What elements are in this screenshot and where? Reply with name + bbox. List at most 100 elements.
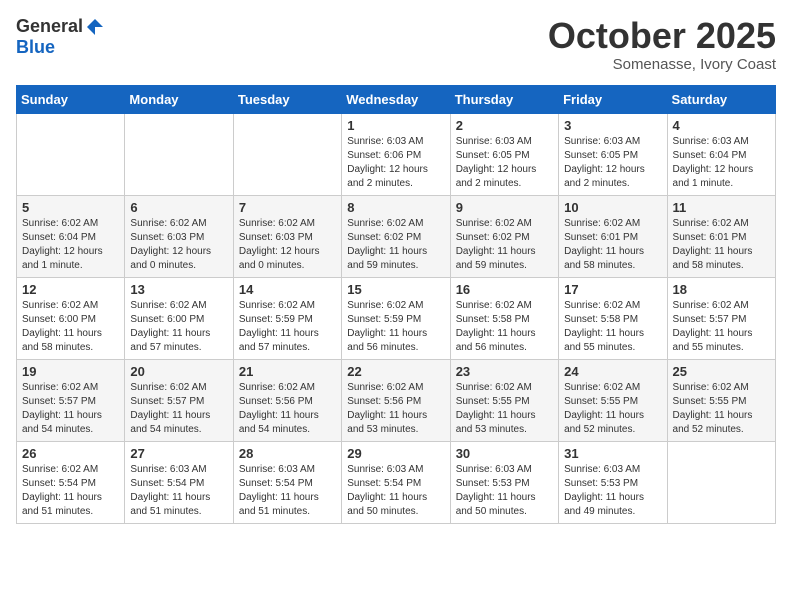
week-row-4: 19 Sunrise: 6:02 AM Sunset: 5:57 PM Dayli… [17,359,776,441]
day-info: Sunrise: 6:02 AM Sunset: 6:03 PM Dayligh… [239,217,336,273]
day-number: 24 [564,364,661,379]
day-info: Sunrise: 6:02 AM Sunset: 5:54 PM Dayligh… [22,463,119,519]
weekday-header-sunday: Sunday [17,85,125,113]
day-number: 18 [673,282,770,297]
day-info: Sunrise: 6:03 AM Sunset: 6:06 PM Dayligh… [347,135,444,191]
day-number: 28 [239,446,336,461]
day-info: Sunrise: 6:03 AM Sunset: 5:54 PM Dayligh… [347,463,444,519]
day-cell-19: 19 Sunrise: 6:02 AM Sunset: 5:57 PM Dayli… [17,359,125,441]
week-row-1: 1 Sunrise: 6:03 AM Sunset: 6:06 PM Daylig… [17,113,776,195]
day-cell-11: 11 Sunrise: 6:02 AM Sunset: 6:01 PM Dayli… [667,195,775,277]
day-cell-1: 1 Sunrise: 6:03 AM Sunset: 6:06 PM Daylig… [342,113,450,195]
day-number: 2 [456,118,553,133]
day-info: Sunrise: 6:02 AM Sunset: 5:55 PM Dayligh… [456,381,553,437]
day-info: Sunrise: 6:03 AM Sunset: 6:05 PM Dayligh… [456,135,553,191]
weekday-header-friday: Friday [559,85,667,113]
day-number: 30 [456,446,553,461]
day-number: 11 [673,200,770,215]
day-cell-12: 12Sunrise: 6:02 AM Sunset: 6:00 PM Dayli… [17,277,125,359]
month-title: October 2025 [548,16,776,56]
day-info: Sunrise: 6:02 AM Sunset: 5:59 PM Dayligh… [347,299,444,355]
calendar-table: SundayMondayTuesdayWednesdayThursdayFrid… [16,85,776,524]
day-number: 5 [22,200,119,215]
weekday-header-thursday: Thursday [450,85,558,113]
day-number: 3 [564,118,661,133]
day-number: 14 [239,282,336,297]
day-info: Sunrise: 6:03 AM Sunset: 6:04 PM Dayligh… [673,135,770,191]
weekday-header-row: SundayMondayTuesdayWednesdayThursdayFrid… [17,85,776,113]
day-info: Sunrise: 6:03 AM Sunset: 5:53 PM Dayligh… [456,463,553,519]
day-number: 8 [347,200,444,215]
day-info: Sunrise: 6:02 AM Sunset: 6:01 PM Dayligh… [673,217,770,273]
page-header: General Blue October 2025 Somenasse, Ivo… [16,16,776,73]
day-cell-24: 24 Sunrise: 6:02 AM Sunset: 5:55 PM Dayli… [559,359,667,441]
day-number: 4 [673,118,770,133]
day-cell-3: 3 Sunrise: 6:03 AM Sunset: 6:05 PM Daylig… [559,113,667,195]
day-info: Sunrise: 6:03 AM Sunset: 5:54 PM Dayligh… [130,463,227,519]
day-number: 13 [130,282,227,297]
day-cell-6: 6 Sunrise: 6:02 AM Sunset: 6:03 PM Daylig… [125,195,233,277]
day-info: Sunrise: 6:02 AM Sunset: 6:04 PM Dayligh… [22,217,119,273]
day-info: Sunrise: 6:02 AM Sunset: 6:00 PM Dayligh… [130,299,227,355]
day-number: 22 [347,364,444,379]
day-cell-7: 7 Sunrise: 6:02 AM Sunset: 6:03 PM Daylig… [233,195,341,277]
day-cell-21: 21Sunrise: 6:02 AM Sunset: 5:56 PM Dayli… [233,359,341,441]
day-cell-5: 5 Sunrise: 6:02 AM Sunset: 6:04 PM Daylig… [17,195,125,277]
day-cell-4: 4 Sunrise: 6:03 AM Sunset: 6:04 PM Daylig… [667,113,775,195]
day-info: Sunrise: 6:02 AM Sunset: 5:57 PM Dayligh… [22,381,119,437]
day-number: 27 [130,446,227,461]
week-row-5: 26 Sunrise: 6:02 AM Sunset: 5:54 PM Dayli… [17,441,776,523]
day-number: 31 [564,446,661,461]
logo-icon [85,17,105,37]
location: Somenasse, Ivory Coast [548,56,776,73]
logo-general-text: General [16,16,83,37]
empty-cell [667,441,775,523]
day-number: 23 [456,364,553,379]
day-cell-22: 22Sunrise: 6:02 AM Sunset: 5:56 PM Dayli… [342,359,450,441]
day-cell-18: 18 Sunrise: 6:02 AM Sunset: 5:57 PM Dayli… [667,277,775,359]
day-cell-23: 23 Sunrise: 6:02 AM Sunset: 5:55 PM Dayli… [450,359,558,441]
day-number: 16 [456,282,553,297]
day-cell-14: 14Sunrise: 6:02 AM Sunset: 5:59 PM Dayli… [233,277,341,359]
weekday-header-wednesday: Wednesday [342,85,450,113]
day-cell-9: 9Sunrise: 6:02 AM Sunset: 6:02 PM Daylig… [450,195,558,277]
day-number: 12 [22,282,119,297]
day-cell-25: 25 Sunrise: 6:02 AM Sunset: 5:55 PM Dayli… [667,359,775,441]
day-number: 15 [347,282,444,297]
day-cell-28: 28 Sunrise: 6:03 AM Sunset: 5:54 PM Dayli… [233,441,341,523]
weekday-header-monday: Monday [125,85,233,113]
day-number: 21 [239,364,336,379]
day-number: 20 [130,364,227,379]
day-cell-15: 15 Sunrise: 6:02 AM Sunset: 5:59 PM Dayli… [342,277,450,359]
day-info: Sunrise: 6:02 AM Sunset: 5:55 PM Dayligh… [673,381,770,437]
day-cell-13: 13 Sunrise: 6:02 AM Sunset: 6:00 PM Dayli… [125,277,233,359]
day-number: 25 [673,364,770,379]
day-number: 29 [347,446,444,461]
day-cell-2: 2 Sunrise: 6:03 AM Sunset: 6:05 PM Daylig… [450,113,558,195]
day-cell-20: 20 Sunrise: 6:02 AM Sunset: 5:57 PM Dayli… [125,359,233,441]
day-cell-10: 10 Sunrise: 6:02 AM Sunset: 6:01 PM Dayli… [559,195,667,277]
weekday-header-tuesday: Tuesday [233,85,341,113]
empty-cell [233,113,341,195]
day-number: 19 [22,364,119,379]
day-cell-31: 31Sunrise: 6:03 AM Sunset: 5:53 PM Dayli… [559,441,667,523]
day-cell-8: 8Sunrise: 6:02 AM Sunset: 6:02 PM Daylig… [342,195,450,277]
day-number: 7 [239,200,336,215]
day-info: Sunrise: 6:03 AM Sunset: 5:54 PM Dayligh… [239,463,336,519]
day-number: 26 [22,446,119,461]
day-cell-30: 30 Sunrise: 6:03 AM Sunset: 5:53 PM Dayli… [450,441,558,523]
day-info: Sunrise: 6:02 AM Sunset: 6:01 PM Dayligh… [564,217,661,273]
day-number: 6 [130,200,227,215]
day-info: Sunrise: 6:02 AM Sunset: 5:57 PM Dayligh… [673,299,770,355]
day-number: 10 [564,200,661,215]
day-number: 1 [347,118,444,133]
day-info: Sunrise: 6:02 AM Sunset: 5:57 PM Dayligh… [130,381,227,437]
day-info: Sunrise: 6:03 AM Sunset: 6:05 PM Dayligh… [564,135,661,191]
day-info: Sunrise: 6:02 AM Sunset: 6:03 PM Dayligh… [130,217,227,273]
day-info: Sunrise: 6:02 AM Sunset: 5:55 PM Dayligh… [564,381,661,437]
day-number: 9 [456,200,553,215]
week-row-3: 12 Sunrise: 6:02 AM Sunset: 6:00 PM Dayli… [17,277,776,359]
day-cell-29: 29 Sunrise: 6:03 AM Sunset: 5:54 PM Dayli… [342,441,450,523]
weekday-header-saturday: Saturday [667,85,775,113]
day-cell-27: 27 Sunrise: 6:03 AM Sunset: 5:54 PM Dayli… [125,441,233,523]
